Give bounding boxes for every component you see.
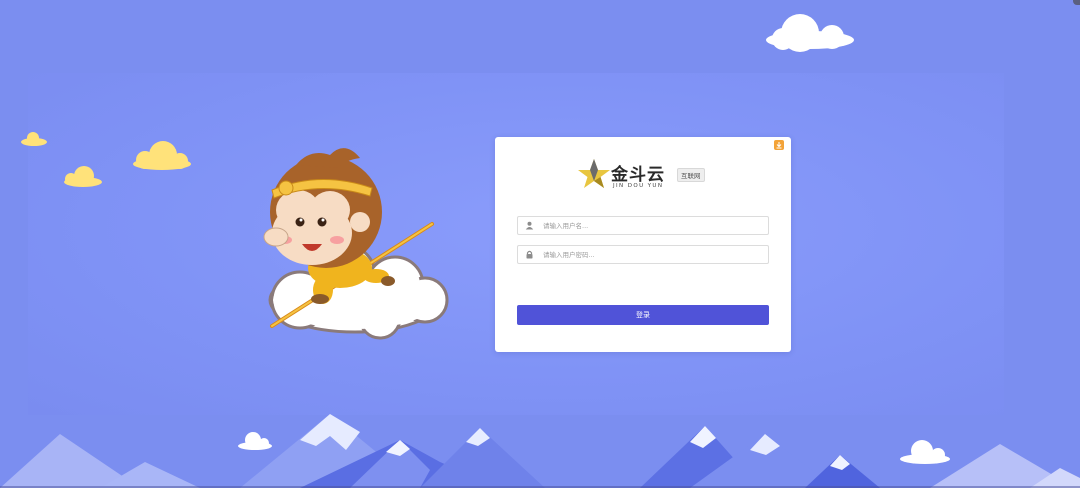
white-cloud-top bbox=[766, 14, 854, 52]
yellow-cloud-1 bbox=[21, 132, 47, 146]
yellow-cloud-2 bbox=[133, 141, 191, 170]
login-button[interactable]: 登录 bbox=[517, 305, 769, 325]
lock-icon bbox=[518, 246, 540, 263]
download-icon bbox=[776, 142, 782, 149]
download-button[interactable] bbox=[774, 140, 784, 150]
yellow-cloud-3 bbox=[64, 166, 102, 187]
password-field[interactable] bbox=[517, 245, 769, 264]
brand-name-cn: 金斗云 bbox=[611, 165, 665, 185]
brand-logo: 金斗云 JIN DOU YUN 互联网 bbox=[577, 157, 707, 193]
star-logo-icon bbox=[578, 159, 610, 188]
username-field[interactable] bbox=[517, 216, 769, 235]
brand-tag: 互联网 bbox=[677, 168, 705, 182]
password-input[interactable] bbox=[540, 246, 768, 263]
corner-indicator bbox=[1073, 0, 1080, 5]
brand-name-en: JIN DOU YUN bbox=[613, 183, 664, 189]
white-cloud-bottom-right bbox=[900, 440, 950, 464]
login-card: 金斗云 JIN DOU YUN 互联网 登录 bbox=[495, 137, 791, 352]
monkey-mascot bbox=[263, 148, 449, 340]
white-cloud-bottom-left bbox=[238, 432, 272, 450]
user-icon bbox=[518, 217, 540, 234]
username-input[interactable] bbox=[540, 217, 768, 234]
